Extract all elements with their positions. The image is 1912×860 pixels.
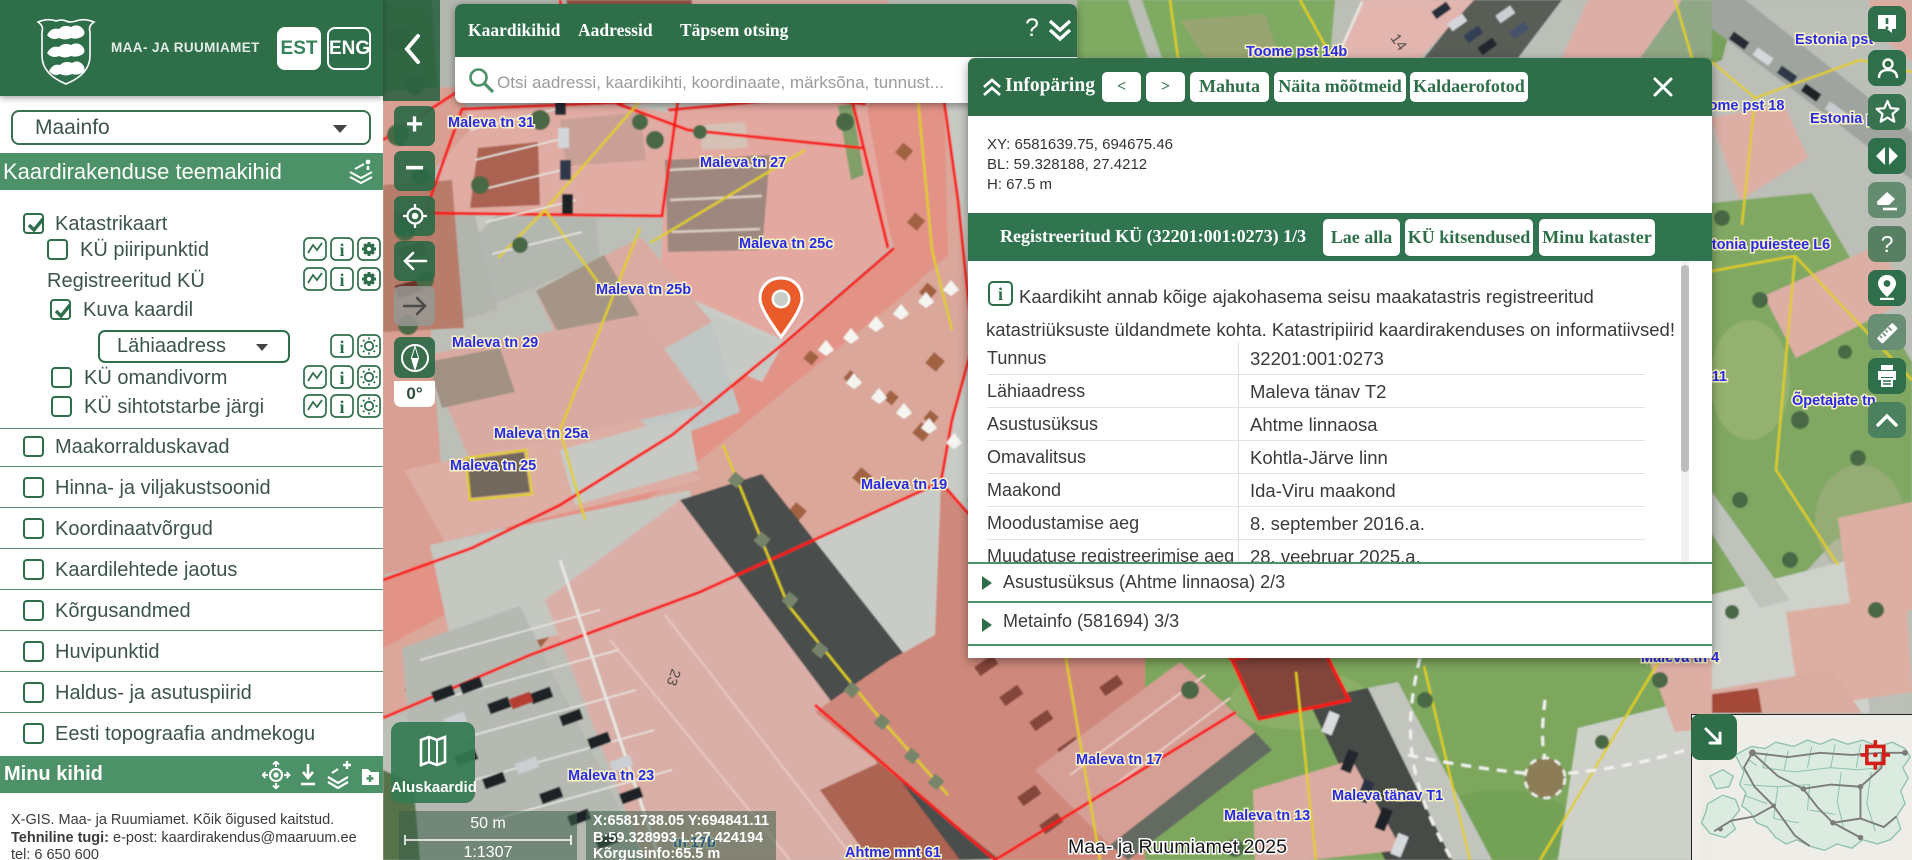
svg-text:i: i <box>339 397 344 417</box>
svg-text:i: i <box>339 270 344 290</box>
svg-text:Estonia puiestee L6: Estonia puiestee L6 <box>1694 237 1830 253</box>
svg-text:Maleva tn 25b: Maleva tn 25b <box>596 282 691 298</box>
svg-text:Maleva tn 19: Maleva tn 19 <box>861 477 947 493</box>
svg-text:Estonia pst: Estonia pst <box>1795 32 1873 48</box>
svg-text:Õpetajate tn: Õpetajate tn <box>1792 391 1876 409</box>
svg-text:Maleva tn 17: Maleva tn 17 <box>1076 752 1162 768</box>
svg-text:i: i <box>339 337 344 357</box>
svg-text:Maleva tn 25c: Maleva tn 25c <box>739 236 833 252</box>
svg-text:Maleva tn 27: Maleva tn 27 <box>700 155 786 171</box>
svg-text:Maleva tn 31: Maleva tn 31 <box>448 115 534 131</box>
svg-text:Ahtme mnt 61: Ahtme mnt 61 <box>845 845 941 860</box>
svg-text:Maleva tn 25: Maleva tn 25 <box>450 458 536 474</box>
svg-text:Maleva tn 13: Maleva tn 13 <box>1224 808 1310 824</box>
svg-text:Maa- ja Ruumiamet 2025: Maa- ja Ruumiamet 2025 <box>1068 836 1287 858</box>
svg-text:Maleva tänav T1: Maleva tänav T1 <box>1332 788 1443 804</box>
svg-text:Maleva tn 23: Maleva tn 23 <box>568 768 654 784</box>
svg-text:Maleva tn 29: Maleva tn 29 <box>452 335 538 351</box>
svg-text:i: i <box>339 368 344 388</box>
svg-text:Maleva tn 25a: Maleva tn 25a <box>494 426 589 442</box>
svg-text:i: i <box>339 240 344 260</box>
